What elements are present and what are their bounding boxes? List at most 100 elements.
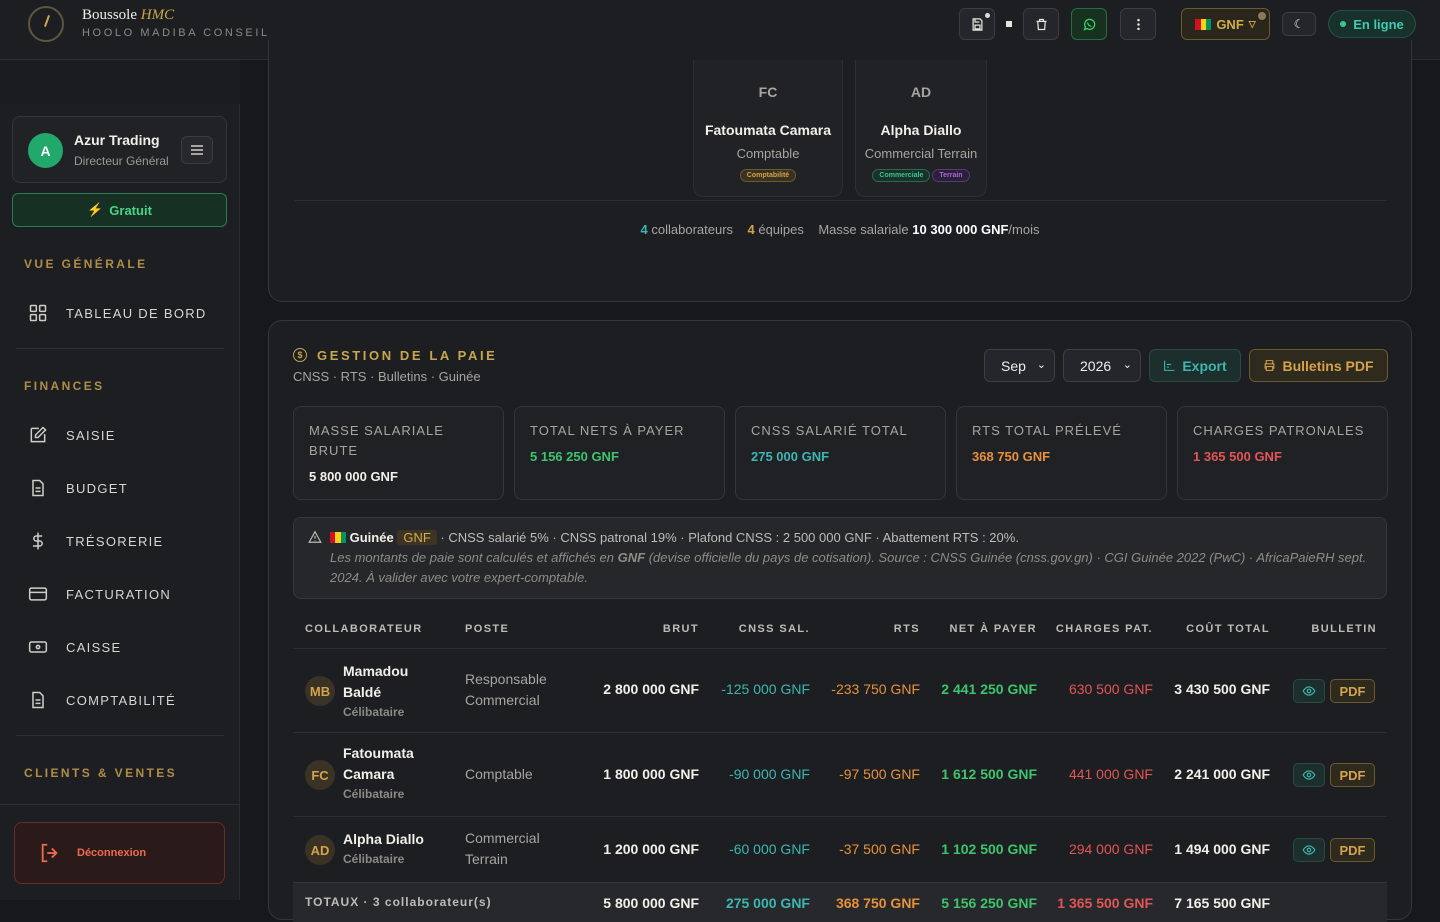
cell-rts: -233 750 GNF [831, 681, 920, 697]
bulletins-pdf-button[interactable]: Bulletins PDF [1249, 349, 1388, 382]
save-button[interactable] [959, 8, 995, 40]
logout-icon [41, 843, 58, 863]
total-brut: 5 800 000 GNF [603, 895, 699, 911]
employee-name: Mamadou Baldé [343, 663, 409, 700]
user-role: Directeur Général [74, 154, 169, 168]
download-pdf-button[interactable]: PDF [1330, 679, 1375, 703]
employee-avatar: FC [305, 760, 335, 790]
view-bulletin-button[interactable] [1293, 763, 1325, 787]
more-menu-button[interactable] [1120, 8, 1156, 40]
eye-icon [1302, 770, 1316, 780]
col-rts: RTS [893, 623, 920, 635]
whatsapp-button[interactable] [1071, 8, 1107, 40]
cell-charges: 294 000 GNF [1068, 841, 1153, 857]
view-bulletin-button[interactable] [1293, 679, 1325, 703]
money-icon: $ [293, 348, 307, 362]
employee-position: Comptable [465, 766, 533, 782]
member-name: Fatoumata Camara [704, 122, 832, 138]
kpi-net-total: TOTAL NETS À PAYER 5 156 250 GNF [514, 406, 725, 500]
totals-row: TOTAUX · 3 collaborateur(s) 5 800 000 GN… [293, 882, 1387, 922]
employee-avatar: AD [305, 835, 335, 865]
member-role: Comptable [736, 146, 800, 161]
col-collaborateur: COLLABORATEUR [305, 623, 423, 635]
cell-charges: 441 000 GNF [1068, 766, 1153, 782]
menu-toggle-button[interactable] [181, 136, 213, 164]
cell-cnss: -60 000 GNF [729, 841, 810, 857]
country-notice: Guinée GNF · CNSS salarié 5% · CNSS patr… [293, 517, 1387, 599]
member-tag: Terrain [932, 169, 970, 182]
employee-position: Responsable Commercial [465, 671, 547, 708]
nav-saisie[interactable]: SAISIE [28, 420, 116, 450]
team-member-card[interactable]: AD Alpha Diallo Commercial Terrain Comme… [855, 60, 987, 197]
moon-icon: ☾ [1293, 17, 1305, 31]
profile-card[interactable]: A Azur Trading Directeur Général [12, 116, 227, 183]
avatar: A [28, 133, 63, 168]
plan-badge[interactable]: ⚡ Gratuit [12, 193, 227, 227]
nav-comptabilite[interactable]: COMPTABILITÉ [28, 685, 176, 715]
employee-position: Commercial Terrain [465, 830, 540, 867]
employee-status: Célibataire [343, 787, 405, 801]
cell-brut: 1 800 000 GNF [603, 766, 699, 782]
col-cout: COÛT TOTAL [1186, 623, 1270, 635]
payroll-subtitle: CNSS · RTS · Bulletins · Guinée [293, 369, 481, 384]
member-initials: AD [910, 84, 932, 100]
brand-name: Boussole HMC [82, 7, 175, 23]
cell-net: 1 102 500 GNF [941, 841, 1037, 857]
cash-icon [28, 641, 48, 653]
section-overview: VUE GÉNÉRALE [24, 257, 148, 271]
trash-icon [1036, 18, 1046, 30]
nav-caisse[interactable]: CAISSE [28, 632, 121, 662]
cell-net: 2 441 250 GNF [941, 681, 1037, 697]
team-member-card[interactable]: FC Fatoumata Camara Comptable Comptabili… [693, 60, 843, 197]
total-cnss: 275 000 GNF [725, 895, 810, 911]
printer-icon [1265, 360, 1275, 371]
kpi-cnss-total: CNSS SALARIÉ TOTAL 275 000 GNF [735, 406, 946, 500]
cell-charges: 630 500 GNF [1068, 681, 1153, 697]
col-poste: POSTE [465, 623, 510, 635]
download-pdf-button[interactable]: PDF [1330, 838, 1375, 862]
dollar-icon [33, 532, 43, 550]
table-row: FC Fatoumata Camara Célibataire Comptable… [293, 732, 1387, 816]
credit-card-icon [28, 587, 48, 601]
guinea-flag-icon [330, 532, 346, 543]
view-bulletin-button[interactable] [1293, 838, 1325, 862]
grid-icon [29, 304, 47, 322]
unsaved-indicator [1006, 21, 1012, 27]
payroll-section: $ GESTION DE LA PAIE CNSS · RTS · Bullet… [268, 320, 1412, 922]
cell-cout: 2 241 000 GNF [1174, 766, 1270, 782]
employee-status: Célibataire [343, 705, 405, 719]
section-clients: CLIENTS & VENTES [24, 766, 178, 780]
file-text-icon [32, 691, 44, 709]
currency-selector[interactable]: GNF ▽ [1181, 8, 1270, 40]
cell-cout: 3 430 500 GNF [1174, 681, 1270, 697]
nav-facturation[interactable]: FACTURATION [28, 579, 171, 609]
brand-subtitle: HOOLO MADIBA CONSEIL [82, 27, 270, 39]
payroll-title: GESTION DE LA PAIE [317, 348, 498, 363]
nav-dashboard[interactable]: TABLEAU DE BORD [28, 298, 207, 328]
theme-toggle[interactable]: ☾ [1282, 12, 1316, 36]
edit-icon [30, 426, 47, 443]
year-select[interactable]: 2026 ⌄ [1063, 349, 1141, 382]
delete-button[interactable] [1023, 8, 1059, 40]
connection-status: En ligne [1328, 10, 1416, 38]
compass-logo-icon [28, 6, 64, 42]
kpi-rts-total: RTS TOTAL PRÉLEVÉ 368 750 GNF [956, 406, 1167, 500]
cell-net: 1 612 500 GNF [941, 766, 1037, 782]
sidebar: A Azur Trading Directeur Général ⚡ Gratui… [0, 104, 240, 900]
member-tag: Commerciale [872, 169, 931, 182]
cell-cout: 1 494 000 GNF [1174, 841, 1270, 857]
company-name: Azur Trading [74, 132, 160, 148]
warning-icon [308, 530, 322, 543]
logout-button[interactable]: Déconnexion [14, 822, 225, 884]
nav-tresorerie[interactable]: TRÉSORERIE [28, 526, 164, 556]
total-net: 5 156 250 GNF [941, 895, 1037, 911]
download-pdf-button[interactable]: PDF [1330, 763, 1375, 787]
cell-rts: -97 500 GNF [839, 766, 920, 782]
total-charges: 1 365 500 GNF [1057, 895, 1153, 911]
export-button[interactable]: Export [1149, 349, 1241, 382]
chevron-down-icon: ⌄ [1036, 359, 1046, 371]
month-select[interactable]: Sep ⌄ [984, 349, 1055, 382]
employee-name: Alpha Diallo [343, 831, 424, 847]
totals-label: TOTAUX · 3 collaborateur(s) [305, 895, 492, 909]
nav-budget[interactable]: BUDGET [28, 473, 128, 503]
